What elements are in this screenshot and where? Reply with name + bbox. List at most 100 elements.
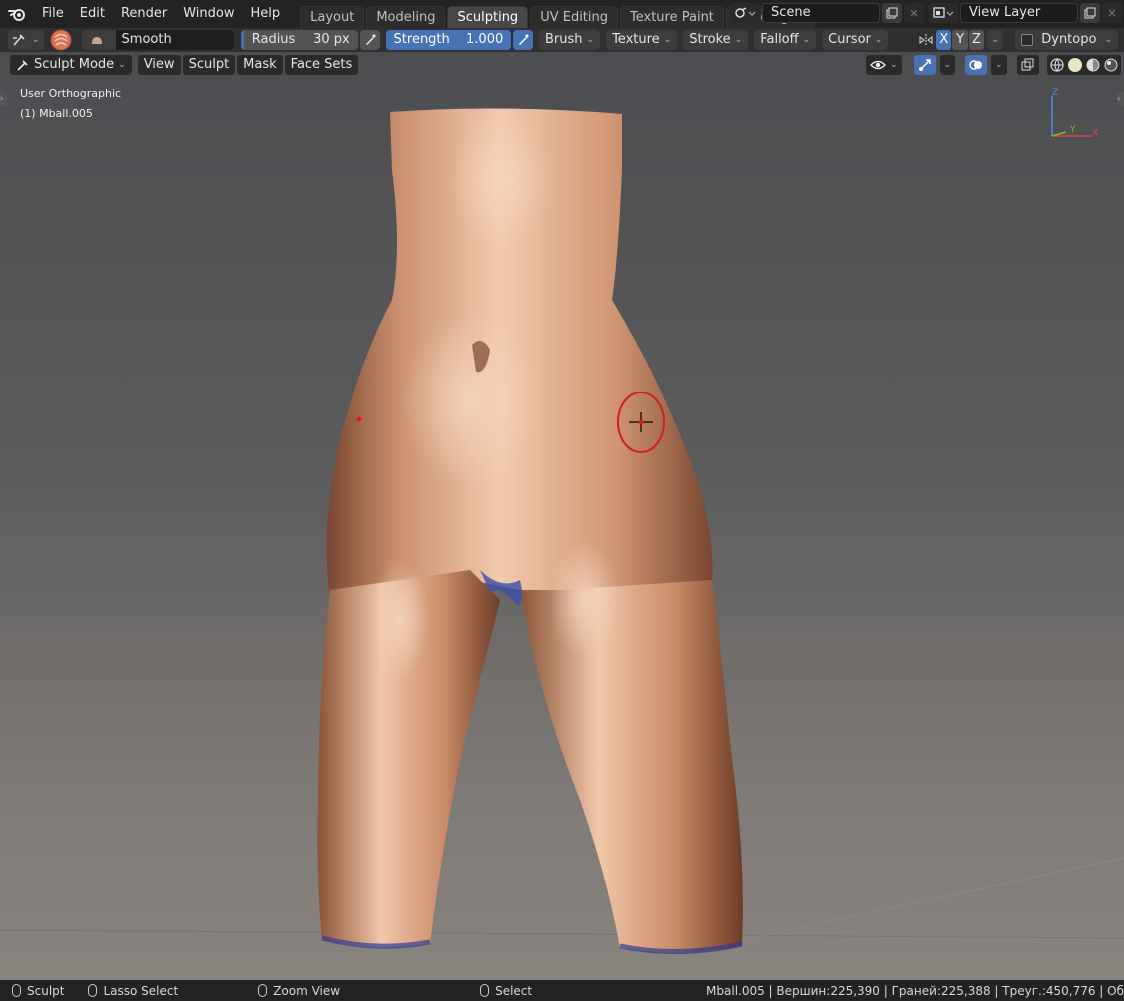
sidebar-region-toggle-icon[interactable]: ‹ [1117,92,1124,106]
status-hint-sculpt: Sculpt [12,984,64,998]
status-hint-zoom: Zoom View [258,984,340,998]
object-info-label: (1) Mball.005 [20,107,93,120]
mouse-left-icon [12,984,21,997]
sculpt-menu[interactable]: Sculpt [182,55,236,75]
menu-help[interactable]: Help [243,0,289,28]
shading-mode-group [1046,55,1121,75]
scene-new-icon[interactable] [882,3,902,23]
tab-texture-paint[interactable]: Texture Paint [620,6,724,28]
visibility-selector[interactable]: ⌄ [866,55,902,75]
menu-file[interactable]: File [34,0,72,28]
rendered-shading-icon[interactable] [1103,57,1119,73]
radius-slider[interactable]: Radius 30 px [240,30,358,50]
tab-modeling[interactable]: Modeling [366,6,446,28]
gizmo-x-label: X [1092,128,1099,138]
overlays-icon [969,60,983,70]
gizmo-toggle[interactable] [913,55,936,75]
sculpt-mesh[interactable] [0,52,1124,980]
tab-uv-editing[interactable]: UV Editing [530,6,619,28]
view-name-label: User Orthographic [20,87,122,100]
scene-close-icon[interactable]: ✕ [904,3,924,23]
mouse-right-icon [480,984,490,997]
status-hint-label: Lasso Select [103,983,179,998]
falloff-menu-label: Falloff [760,32,799,47]
strength-value: 1.000 [466,32,504,47]
texture-menu-label: Texture [612,32,660,47]
status-hint-select: Select [480,984,532,998]
dyntopo-label: Dyntopo [1041,32,1097,47]
3d-viewport[interactable]: User Orthographic (1) Mball.005 › ‹ Z Y … [0,52,1124,980]
falloff-menu[interactable]: Falloff ⌄ [754,30,817,50]
view-layer-browse-icon[interactable] [928,3,958,23]
brush-name-field[interactable]: Smooth [115,30,234,50]
blender-logo-icon[interactable] [0,0,34,28]
symmetry-y-toggle[interactable]: Y [952,30,968,50]
overlays-toggle[interactable] [965,55,988,75]
tool-selector-icon[interactable]: ⌄ [8,30,44,50]
view-menu[interactable]: View [137,55,181,75]
toolbar-region-toggle-icon[interactable]: › [0,92,7,106]
view-layer-selector: View Layer ✕ [926,3,1122,23]
scene-selector: Scene ✕ [728,3,924,23]
texture-menu[interactable]: Texture ⌄ [606,30,678,50]
status-bar: Sculpt Lasso Select Zoom View Select Mba… [0,980,1124,1001]
tool-settings-header: ⌄ Smooth Radius 30 px Strength 1.000 Bru… [0,28,1124,52]
brush-menu[interactable]: Brush ⌄ [539,30,601,50]
status-hint-lasso: Lasso Select [88,984,178,998]
cursor-menu-label: Cursor [828,32,871,47]
brush-fake-user-icon[interactable] [81,30,112,50]
status-hint-label: Sculpt [27,983,65,998]
view-layer-new-icon[interactable] [1080,3,1100,23]
gizmo-dropdown[interactable]: ⌄ [939,55,956,75]
gizmo-z-label: Z [1052,88,1059,98]
viewport-display-controls: ⌄ ⌄ ⌄ ⌄ [866,55,1124,75]
symmetry-icon[interactable] [916,33,936,47]
viewport-header: Sculpt Mode ⌄ View Sculpt Mask Face Sets… [0,52,1124,78]
menu-window[interactable]: Window [175,0,242,28]
dyntopo-toggle[interactable]: Dyntopo ⌄ [1015,30,1118,50]
stroke-menu[interactable]: Stroke ⌄ [683,30,749,50]
strength-pressure-icon[interactable] [513,30,534,50]
dyntopo-checkbox[interactable] [1021,34,1034,46]
solid-shading-icon[interactable] [1067,57,1083,73]
overlays-dropdown[interactable]: ⌄ [991,55,1007,75]
brush-preview-icon[interactable] [50,29,72,51]
scene-browse-icon[interactable] [730,3,760,23]
material-preview-icon[interactable] [1085,57,1101,73]
brush-menu-label: Brush [545,32,583,47]
scene-statistics: Mball.005 | Вершин:225,390 | Граней:225,… [706,983,1124,998]
status-hint-label: Select [495,983,533,998]
eye-icon [870,60,886,70]
wireframe-shading-icon[interactable] [1049,57,1065,73]
brush-cursor-icon [617,392,665,453]
menu-edit[interactable]: Edit [72,0,113,28]
strength-label: Strength [393,32,450,47]
mode-selector[interactable]: Sculpt Mode ⌄ [10,55,132,75]
mode-label: Sculpt Mode [34,57,115,72]
brush-selector[interactable]: Smooth [81,30,234,50]
mouse-left-drag-icon [88,984,98,997]
top-menu-bar: File Edit Render Window Help Layout Mode… [0,0,1124,28]
mouse-middle-icon [258,984,268,997]
xray-toggle[interactable] [1016,55,1039,75]
tab-layout[interactable]: Layout [300,6,365,28]
strength-slider[interactable]: Strength 1.000 [385,30,512,50]
face-sets-menu[interactable]: Face Sets [284,55,359,75]
gizmo-icon [918,59,931,71]
mask-menu[interactable]: Mask [237,55,283,75]
symmetry-x-toggle[interactable]: X [936,30,952,50]
radius-value: 30 px [313,32,350,47]
radius-pressure-icon[interactable] [359,30,380,50]
cursor-menu[interactable]: Cursor ⌄ [822,30,889,50]
stroke-menu-label: Stroke [689,32,731,47]
xray-icon [1021,58,1034,71]
menu-render[interactable]: Render [113,0,175,28]
radius-label: Radius [251,32,296,47]
tab-sculpting[interactable]: Sculpting [447,6,529,28]
view-layer-name-field[interactable]: View Layer [960,3,1078,23]
symmetry-z-toggle[interactable]: Z [968,30,985,50]
view-layer-close-icon[interactable]: ✕ [1102,3,1122,23]
symmetry-dropdown-icon[interactable]: ⌄ [987,30,1004,50]
status-hint-label: Zoom View [273,983,341,998]
scene-name-field[interactable]: Scene [762,3,880,23]
